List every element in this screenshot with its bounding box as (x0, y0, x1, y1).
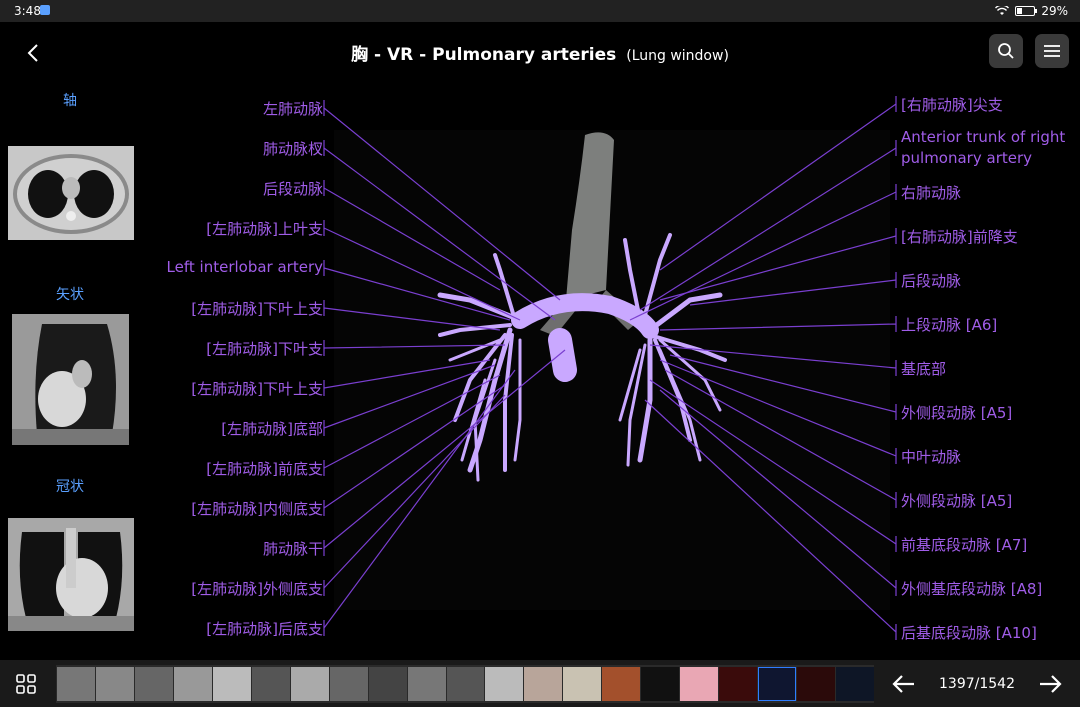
series-thumb-19[interactable] (758, 667, 797, 701)
left-label-11[interactable]: [左肺动脉]内侧底支 (191, 498, 323, 519)
left-label-9[interactable]: [左肺动脉]底部 (221, 418, 323, 439)
series-filmstrip[interactable] (56, 665, 875, 703)
battery-percent: 29% (1041, 4, 1068, 18)
wifi-icon (995, 6, 1010, 15)
left-label-7[interactable]: [左肺动脉]下叶支 (206, 338, 323, 359)
search-button[interactable] (989, 34, 1023, 68)
right-label-3[interactable]: 右肺动脉 (901, 182, 961, 203)
series-thumb-16[interactable] (641, 667, 680, 701)
series-thumb-17[interactable] (680, 667, 719, 701)
series-thumb-14[interactable] (563, 667, 602, 701)
series-thumb-1[interactable] (57, 667, 95, 701)
left-label-2[interactable]: 肺动脉杈 (263, 138, 323, 159)
grid-button[interactable] (14, 672, 38, 696)
right-label-1[interactable]: [右肺动脉]尖支 (901, 94, 1003, 115)
right-label-7[interactable]: 基底部 (901, 358, 946, 379)
title-text: 胸 - VR - Pulmonary arteries (351, 45, 617, 65)
header: 胸 - VR - Pulmonary arteries (Lung window) (0, 22, 1080, 82)
series-thumb-9[interactable] (368, 667, 407, 701)
right-label-5[interactable]: 后段动脉 (901, 270, 961, 291)
arrow-right-icon (1040, 675, 1062, 693)
series-thumb-4[interactable] (173, 667, 212, 701)
notification-icon (40, 5, 50, 15)
left-label-6[interactable]: [左肺动脉]下叶上支 (191, 298, 323, 319)
series-thumb-5[interactable] (212, 667, 251, 701)
status-bar: 3:48 29% (0, 0, 1080, 22)
grid-icon (16, 674, 36, 694)
battery-icon (1015, 6, 1038, 16)
left-label-8[interactable]: [左肺动脉]下叶上支 (191, 378, 323, 399)
left-label-14[interactable]: [左肺动脉]后底支 (206, 618, 323, 639)
title-subtitle: (Lung window) (626, 48, 729, 64)
menu-icon (1044, 45, 1060, 57)
right-label-6[interactable]: 上段动脉 [A6] (901, 314, 997, 335)
left-label-3[interactable]: 后段动脉 (263, 178, 323, 199)
series-thumb-10[interactable] (407, 667, 446, 701)
series-thumb-20[interactable] (797, 667, 836, 701)
series-thumb-6[interactable] (251, 667, 290, 701)
right-label-8[interactable]: 外侧段动脉 [A5] (901, 402, 1012, 423)
series-thumb-11[interactable] (446, 667, 485, 701)
bottom-bar: 1397/1542 (0, 660, 1080, 707)
left-label-10[interactable]: [左肺动脉]前底支 (206, 458, 323, 479)
series-thumb-8[interactable] (329, 667, 368, 701)
left-label-13[interactable]: [左肺动脉]外侧底支 (191, 578, 323, 599)
status-time: 3:48 (14, 4, 41, 18)
right-label-10[interactable]: 外侧段动脉 [A5] (901, 490, 1012, 511)
series-thumb-12[interactable] (485, 667, 524, 701)
left-label-4[interactable]: [左肺动脉]上叶支 (206, 218, 323, 239)
right-label-2a[interactable]: Anterior trunk of right (901, 128, 1065, 146)
series-thumb-2[interactable] (95, 667, 134, 701)
series-thumb-7[interactable] (290, 667, 329, 701)
right-label-12[interactable]: 外侧基底段动脉 [A8] (901, 578, 1042, 599)
prev-image-button[interactable] (890, 670, 918, 698)
right-label-4[interactable]: [右肺动脉]前降支 (901, 226, 1018, 247)
right-label-13[interactable]: 后基底段动脉 [A10] (901, 622, 1037, 643)
menu-button[interactable] (1035, 34, 1069, 68)
left-label-1[interactable]: 左肺动脉 (263, 98, 323, 119)
right-label-2b[interactable]: pulmonary artery (901, 149, 1032, 167)
series-thumb-15[interactable] (602, 667, 641, 701)
series-thumb-18[interactable] (719, 667, 758, 701)
search-icon (998, 43, 1014, 59)
arrow-left-icon (892, 675, 914, 693)
page-title: 胸 - VR - Pulmonary arteries (Lung window) (0, 40, 1080, 65)
series-thumb-3[interactable] (134, 667, 173, 701)
right-label-11[interactable]: 前基底段动脉 [A7] (901, 534, 1027, 555)
series-thumb-21[interactable] (836, 667, 875, 701)
right-label-9[interactable]: 中叶动脉 (901, 446, 961, 467)
next-image-button[interactable] (1036, 670, 1064, 698)
left-label-5[interactable]: Left interlobar artery (167, 258, 323, 276)
left-label-12[interactable]: 肺动脉干 (263, 538, 323, 559)
image-counter: 1397/1542 (939, 676, 1015, 692)
series-thumb-13[interactable] (524, 667, 563, 701)
